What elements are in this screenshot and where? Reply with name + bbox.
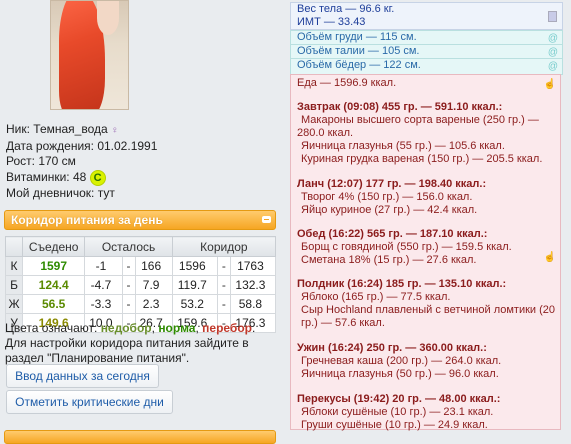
- legend-over: перебор: [202, 321, 252, 335]
- height-label: Рост:: [6, 154, 35, 168]
- bmi-text: ИМТ — 33.43: [297, 16, 366, 28]
- enter-today-button[interactable]: Ввод данных за сегодня: [6, 364, 159, 388]
- hips-row: Объём бёдер — 122 см. @: [290, 58, 563, 75]
- table-row: Ж 56.5 -3.3 - 2.3 53.2 - 58.8: [5, 294, 277, 314]
- legend-under: недобор: [100, 321, 152, 335]
- next-panel-header[interactable]: [4, 430, 276, 444]
- profile-info: Ник: Темная_вода ♀ Дата рождения: 01.02.…: [6, 122, 157, 201]
- document-icon[interactable]: [548, 11, 557, 22]
- table-row: К 1597 -1 - 166 1596 - 1763: [5, 256, 277, 276]
- nick-label: Ник:: [6, 122, 30, 136]
- meal-supper: Ужин (16:24) 250 гр. — 360.00 ккал.: Гре…: [297, 342, 502, 380]
- legend-hint: Для настройки коридора питания зайдите в…: [5, 336, 249, 365]
- birth-label: Дата рождения:: [6, 138, 94, 153]
- food-total: Еда — 1596.9 ккал.: [297, 77, 397, 89]
- header-corridor: Коридор: [171, 236, 277, 257]
- swirl-icon[interactable]: @: [548, 60, 558, 73]
- profile-column: Ник: Темная_вода ♀ Дата рождения: 01.02.…: [0, 0, 285, 444]
- meal-dinner: Обед (16:22) 565 гр. — 187.10 ккал.: Бор…: [297, 228, 512, 266]
- corner-header: [5, 236, 23, 257]
- hand-icon[interactable]: ☝: [544, 78, 556, 91]
- meal-breakfast: Завтрак (09:08) 455 гр. — 591.10 ккал.: …: [297, 101, 543, 165]
- diary-label: Мой дневничок:: [6, 185, 95, 200]
- vitamins-label: Витаминки:: [6, 169, 70, 184]
- hand-icon[interactable]: ☝: [544, 251, 556, 264]
- meal-snack-afternoon: Полдник (16:24) 185 гр. — 135.10 ккал.: …: [297, 278, 556, 329]
- color-legend: Цвета означают: недобор, норма, перебор.…: [5, 321, 280, 366]
- diary-link[interactable]: тут: [98, 186, 115, 200]
- weight-bmi-block: Вес тела — 96.6 кг. ИМТ — 33.43: [290, 2, 563, 30]
- table-row: Б 124.4 -4.7 - 7.9 119.7 - 132.3: [5, 275, 277, 295]
- weight-text: Вес тела — 96.6 кг.: [297, 3, 395, 15]
- birth-value: 01.02.1991: [97, 138, 158, 153]
- critical-days-button[interactable]: Отметить критические дни: [6, 390, 173, 414]
- meal-snacks: Перекусы (19:42) 20 гр. — 48.00 ккал.: Я…: [297, 393, 501, 431]
- nick-value[interactable]: Темная_вода: [33, 122, 107, 136]
- height-value: 170 см: [38, 154, 76, 168]
- header-left: Осталось: [84, 236, 173, 257]
- legend-norm: норма: [158, 321, 196, 335]
- diary-column: Вес тела — 96.6 кг. ИМТ — 33.43 Объём гр…: [290, 0, 567, 438]
- meal-lunch: Ланч (12:07) 177 гр. — 198.40 ккал.: Тво…: [297, 178, 487, 216]
- food-block: ☝ ☝ Еда — 1596.9 ккал. Завтрак (09:08) 4…: [290, 74, 561, 431]
- corridor-panel-header[interactable]: Коридор питания за день: [4, 210, 276, 230]
- female-icon: ♀: [111, 125, 119, 136]
- minus-icon[interactable]: [262, 216, 271, 223]
- vitamin-c-icon[interactable]: C: [89, 169, 106, 186]
- corridor-table: Съедено Осталось Коридор К 1597 -1 - 166…: [5, 236, 277, 333]
- avatar[interactable]: [50, 0, 129, 110]
- vitamins-value: 48: [72, 169, 87, 184]
- corridor-title: Коридор питания за день: [11, 213, 163, 227]
- header-eaten: Съедено: [21, 236, 86, 257]
